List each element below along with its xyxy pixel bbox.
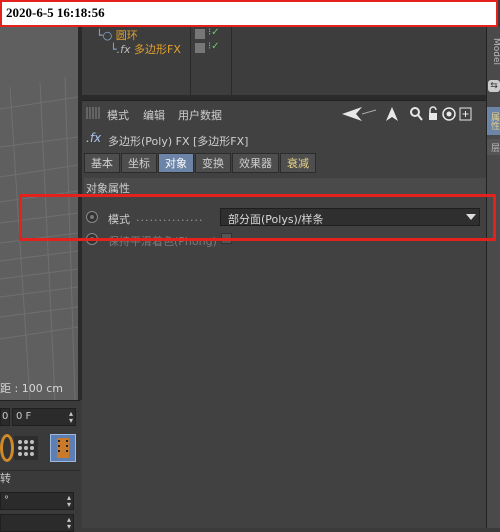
rotation-label: 转 [0,472,11,485]
film-icon[interactable] [50,434,76,462]
menu-user-data[interactable]: 用户数据 [178,107,222,123]
layer-icon[interactable] [195,29,205,39]
object-name-polyfx: 多边形FX [134,43,181,56]
record-icon[interactable] [0,434,14,462]
stepper-icon[interactable]: ▴ ▾ [67,494,71,509]
swap-icon[interactable]: ⇆ [488,80,500,92]
timestamp-text: 2020-6-5 16:18:56 [6,5,105,20]
tab-object[interactable]: 对象 [158,153,194,173]
tab-model[interactable]: Model [487,27,500,77]
frame-field-value: 0 F [16,411,32,422]
right-tab-strip: Model ⇆ 属性 层 [486,27,500,528]
frame-start-field[interactable]: 0 [0,408,10,426]
polyfx-icon: .fx [116,43,131,56]
menu-edit[interactable]: 编辑 [143,107,165,123]
section-divider [0,470,80,484]
degree-field[interactable]: ° ▴ ▾ [0,492,74,510]
degree-field-2[interactable]: ▴ ▾ [0,514,74,532]
viewport-distance-label: 距 : 100 cm [0,382,63,395]
lock-icon [429,106,437,120]
object-title: 多边形(Poly) FX [多边形FX] [108,135,249,148]
object-manager [82,27,486,95]
degree-unit: ° [4,495,9,506]
new-panel-icon [459,107,472,121]
highlight-annotation [19,194,496,241]
up-arrow-icon [386,107,398,121]
layer-icon[interactable] [195,43,205,53]
tab-coord[interactable]: 坐标 [121,153,157,173]
frame-field[interactable]: 0 F ▴ ▾ [12,408,76,426]
attribute-tabs: 基本 坐标 对象 变换 效果器 衰减 [84,153,317,173]
polyfx-object-icon: .fx [86,131,102,145]
target-icon [442,107,456,121]
menu-mode[interactable]: 模式 [107,107,129,123]
tab-basic[interactable]: 基本 [84,153,120,173]
object-item-polyfx[interactable]: └.fx 多边形FX [110,41,181,57]
back-arrow-icon [342,107,377,121]
tab-transform[interactable]: 变换 [195,153,231,173]
search-icon [410,107,423,121]
tab-falloff[interactable]: 衰减 [280,153,316,173]
frame-start-value: 0 [2,411,9,422]
check-icon[interactable]: ⁝✓ [208,27,220,38]
grip-icon[interactable] [86,107,100,119]
tab-attributes[interactable]: 属性 [487,107,500,135]
dots-grid-icon[interactable] [14,436,38,460]
attr-toolbar-icons [340,106,486,125]
tab-layer[interactable]: 层 [487,139,500,155]
stepper-icon[interactable]: ▴ ▾ [69,410,73,425]
check-icon[interactable]: ⁝✓ [208,41,220,52]
tab-effectors[interactable]: 效果器 [232,153,279,173]
